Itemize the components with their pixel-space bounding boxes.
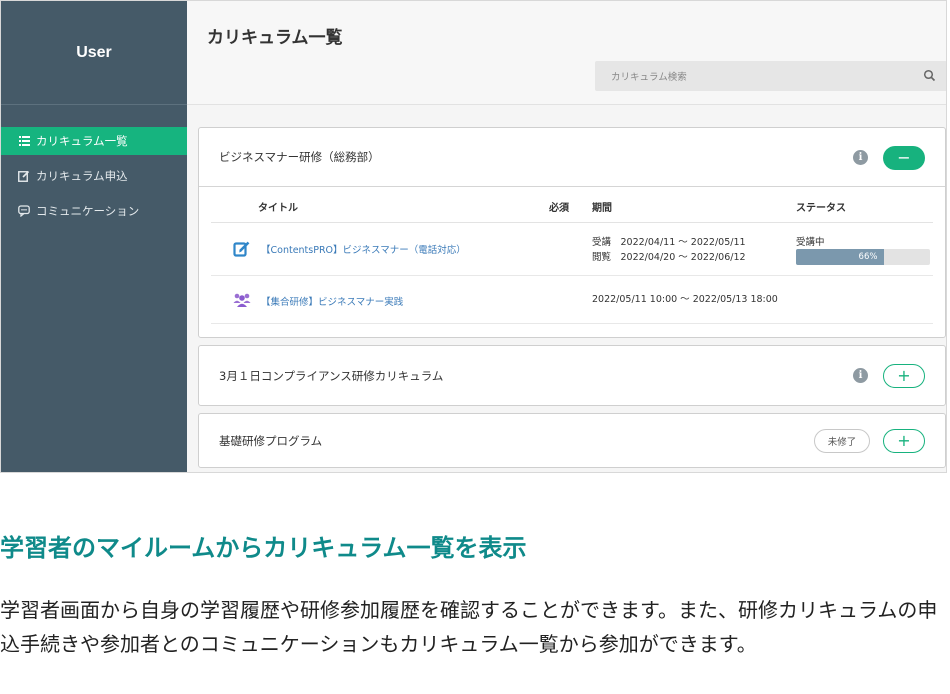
- status-text: 受講中: [796, 237, 825, 248]
- sidebar: User カリキュラム一覧 カリキュラム申込 コミュニケーション: [1, 1, 187, 472]
- table-row[interactable]: 【集合研修】ビジネスマナー実践 2022/05/11 10:00 ～ 2022/…: [211, 276, 933, 324]
- curriculum-card: 基礎研修プログラム 未修了 +: [198, 413, 946, 468]
- curriculum-title: ビジネスマナー研修（総務部）: [219, 150, 380, 164]
- sidebar-item-curriculum-apply[interactable]: カリキュラム申込: [1, 162, 187, 190]
- table-row[interactable]: 【ContentsPRO】ビジネスマナー（電話対応） 受講 2022/04/11…: [211, 223, 933, 276]
- column-header-required: 必須: [549, 203, 569, 214]
- period-attend: 受講 2022/04/11 ～ 2022/05/11: [592, 237, 746, 248]
- sidebar-item-label: カリキュラム一覧: [36, 134, 128, 148]
- search-placeholder: カリキュラム検索: [611, 72, 687, 83]
- group-icon: [233, 291, 251, 309]
- column-header-period: 期間: [592, 203, 612, 214]
- period-view: 閲覧 2022/04/20 ～ 2022/06/12: [592, 252, 746, 263]
- edit-note-icon: [233, 240, 251, 258]
- course-title-link[interactable]: 【集合研修】ビジネスマナー実践: [261, 294, 403, 308]
- curriculum-card-header[interactable]: 3月１日コンプライアンス研修カリキュラム i +: [199, 346, 945, 405]
- page-title: カリキュラム一覧: [207, 28, 343, 48]
- column-header-status: ステータス: [796, 203, 846, 214]
- sidebar-item-curriculum-list[interactable]: カリキュラム一覧: [1, 127, 187, 155]
- expand-button[interactable]: +: [883, 364, 925, 388]
- collapse-button[interactable]: −: [883, 146, 925, 170]
- curriculum-card: 3月１日コンプライアンス研修カリキュラム i +: [198, 345, 946, 406]
- feature-headline: 学習者のマイルームからカリキュラム一覧を表示: [0, 534, 527, 562]
- sidebar-item-label: コミュニケーション: [36, 204, 140, 218]
- column-header-title: タイトル: [258, 203, 298, 214]
- expand-button[interactable]: +: [883, 429, 925, 453]
- period-session: 2022/05/11 10:00 ～ 2022/05/13 18:00: [592, 294, 778, 305]
- info-icon[interactable]: i: [853, 150, 868, 165]
- user-label: User: [1, 1, 187, 105]
- info-icon[interactable]: i: [853, 368, 868, 383]
- list-icon: [18, 135, 30, 147]
- curriculum-card-header[interactable]: ビジネスマナー研修（総務部） i −: [199, 128, 945, 187]
- sidebar-item-communication[interactable]: コミュニケーション: [1, 197, 187, 225]
- curriculum-card: ビジネスマナー研修（総務部） i − タイトル 必須 期間 ステータス 【Con…: [198, 127, 946, 338]
- curriculum-title: 3月１日コンプライアンス研修カリキュラム: [219, 368, 444, 383]
- feature-description: 学習者画面から自身の学習履歴や研修参加履歴を確認することができます。また、研修カ…: [0, 598, 938, 656]
- sidebar-nav: カリキュラム一覧 カリキュラム申込 コミュニケーション: [1, 127, 187, 232]
- curriculum-title: 基礎研修プログラム: [219, 433, 323, 448]
- table-header: タイトル 必須 期間 ステータス: [211, 187, 933, 223]
- status-badge: 未修了: [814, 429, 870, 453]
- progress-fill: 66%: [796, 249, 885, 265]
- progress-bar: 66%: [796, 249, 930, 265]
- search-icon[interactable]: [923, 69, 937, 83]
- course-title-link[interactable]: 【ContentsPRO】ビジネスマナー（電話対応）: [261, 242, 466, 256]
- app-window: User カリキュラム一覧 カリキュラム申込 コミュニケーション カリキュラム一…: [0, 0, 947, 473]
- edit-icon: [18, 170, 30, 182]
- chat-icon: [18, 205, 30, 217]
- curriculum-card-header[interactable]: 基礎研修プログラム 未修了 +: [199, 414, 945, 467]
- course-table: タイトル 必須 期間 ステータス 【ContentsPRO】ビジネスマナー（電話…: [211, 187, 933, 324]
- main-header: カリキュラム一覧 カリキュラム検索: [187, 1, 946, 105]
- search-input[interactable]: カリキュラム検索: [595, 61, 946, 91]
- main-content: カリキュラム一覧 カリキュラム検索 ビジネスマナー研修（総務部） i − タイト…: [187, 1, 946, 472]
- sidebar-item-label: カリキュラム申込: [36, 169, 128, 183]
